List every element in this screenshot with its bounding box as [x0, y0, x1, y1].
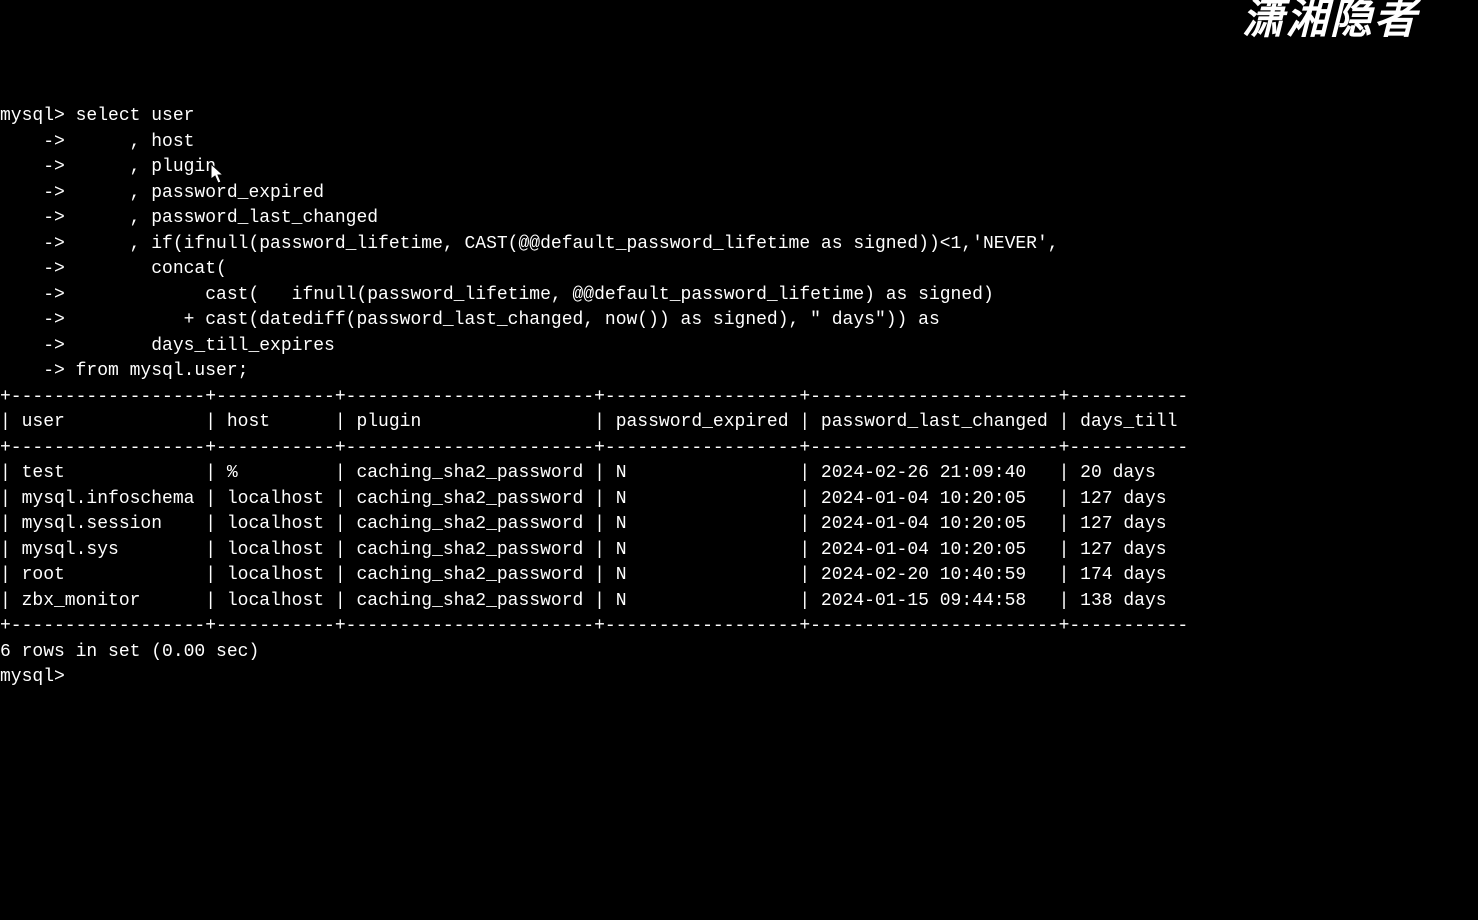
table-separator: +------------------+-----------+--------… [0, 436, 1478, 462]
query-line-3: -> , password_expired [0, 181, 1478, 207]
query-line-10: -> from mysql.user; [0, 359, 1478, 385]
mysql-prompt[interactable]: mysql> [0, 665, 1478, 691]
query-line-1: -> , host [0, 130, 1478, 156]
table-header: | user | host | plugin | password_expire… [0, 410, 1478, 436]
query-line-4: -> , password_last_changed [0, 206, 1478, 232]
table-row: | zbx_monitor | localhost | caching_sha2… [0, 589, 1478, 615]
table-row: | root | localhost | caching_sha2_passwo… [0, 563, 1478, 589]
result-footer: 6 rows in set (0.00 sec) [0, 640, 1478, 666]
query-line-8: -> + cast(datediff(password_last_changed… [0, 308, 1478, 334]
query-line-9: -> days_till_expires [0, 334, 1478, 360]
table-row: | mysql.session | localhost | caching_sh… [0, 512, 1478, 538]
query-line-6: -> concat( [0, 257, 1478, 283]
table-row: | mysql.sys | localhost | caching_sha2_p… [0, 538, 1478, 564]
query-line-0: mysql> select user [0, 104, 1478, 130]
table-row: | mysql.infoschema | localhost | caching… [0, 487, 1478, 513]
mysql-terminal[interactable]: mysql> select user -> , host -> , plugin… [0, 104, 1478, 691]
watermark-text: 潇湘隐者 [1242, 8, 1418, 34]
query-line-7: -> cast( ifnull(password_lifetime, @@def… [0, 283, 1478, 309]
query-line-5: -> , if(ifnull(password_lifetime, CAST(@… [0, 232, 1478, 258]
table-separator: +------------------+-----------+--------… [0, 385, 1478, 411]
table-separator: +------------------+-----------+--------… [0, 614, 1478, 640]
query-line-2: -> , plugin [0, 155, 1478, 181]
table-row: | test | % | caching_sha2_password | N |… [0, 461, 1478, 487]
